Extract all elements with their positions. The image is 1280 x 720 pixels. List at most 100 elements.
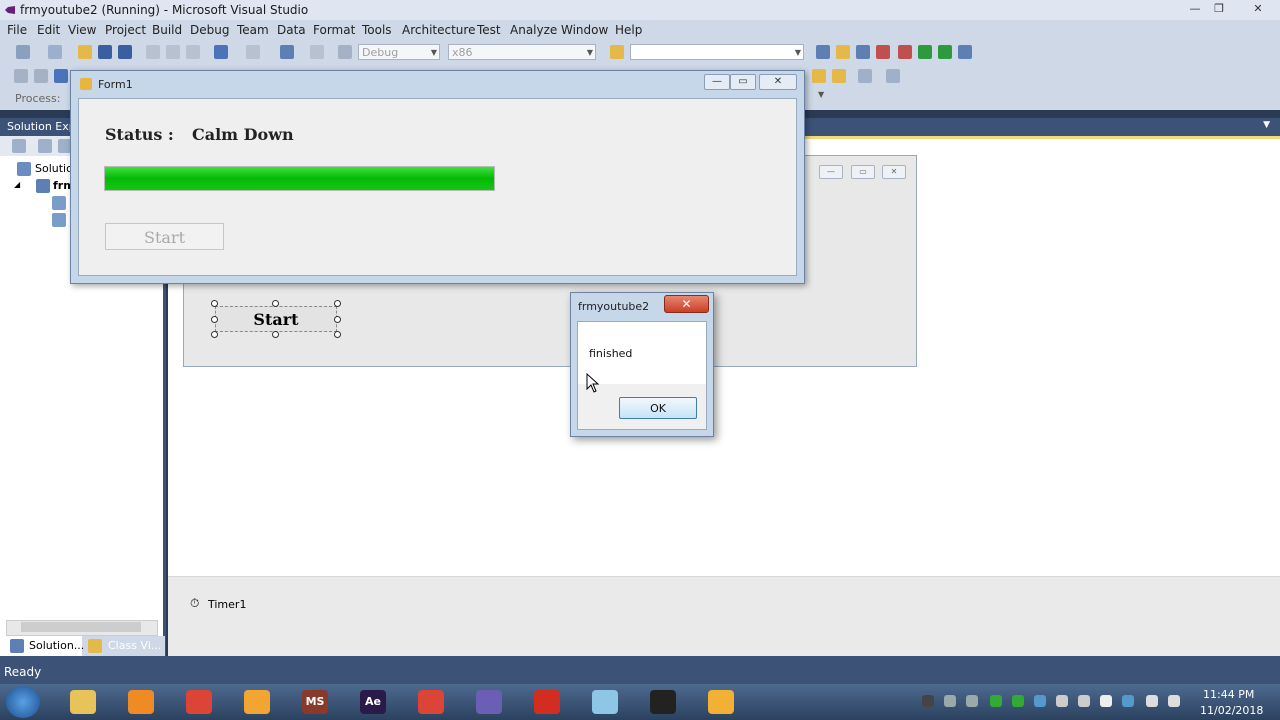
taskbar-app-obs[interactable] (634, 686, 694, 718)
menu-edit[interactable]: Edit (37, 23, 60, 37)
save-all-icon[interactable] (118, 45, 132, 59)
properties-icon[interactable] (12, 139, 26, 153)
toolbox-icon[interactable] (876, 45, 890, 59)
open-folder-icon[interactable] (78, 45, 92, 59)
taskbar-app-sublime[interactable] (228, 686, 288, 718)
extension-manager-icon[interactable] (918, 45, 932, 59)
properties-icon[interactable] (836, 45, 850, 59)
tab-order-icon[interactable] (886, 69, 900, 83)
tray-app-icon[interactable] (944, 695, 956, 707)
grid-icon[interactable] (858, 69, 872, 83)
navigate-forward-icon[interactable] (310, 45, 324, 59)
usb-icon[interactable] (1056, 695, 1068, 707)
undo-icon[interactable] (214, 45, 228, 59)
form-file-icon[interactable] (52, 213, 66, 227)
clock-time[interactable]: 11:44 PM (1203, 688, 1254, 701)
copy-icon[interactable] (166, 45, 180, 59)
expand-arrow-icon[interactable]: ◢ (14, 180, 20, 189)
taskbar-app-acrobat[interactable] (518, 686, 578, 718)
continue-icon[interactable] (14, 69, 28, 83)
layout-icon[interactable] (832, 69, 846, 83)
resize-handle[interactable] (211, 300, 218, 307)
flag-icon[interactable] (1100, 695, 1112, 707)
menu-file[interactable]: File (7, 23, 27, 37)
tray-app-icon[interactable] (990, 695, 1002, 707)
minimize-icon[interactable]: — (704, 74, 730, 90)
clock-date[interactable]: 11/02/2018 (1200, 704, 1263, 717)
find-combo[interactable]: ▼ (630, 44, 804, 60)
horizontal-scrollbar[interactable] (6, 620, 158, 636)
taskbar-app-after-effects[interactable]: Ae (344, 686, 404, 718)
solution-platform-combo[interactable]: x86 ▼ (448, 44, 596, 60)
resize-handle[interactable] (211, 331, 218, 338)
timer1-component[interactable]: Timer1 (208, 598, 246, 611)
taskbar-app-ms-project[interactable]: MS (286, 686, 346, 718)
menu-data[interactable]: Data (277, 23, 306, 37)
menu-project[interactable]: Project (105, 23, 146, 37)
phone-icon[interactable] (1078, 695, 1090, 707)
resize-handle[interactable] (334, 331, 341, 338)
window-layout-icon[interactable] (958, 45, 972, 59)
paste-icon[interactable] (186, 45, 200, 59)
close-icon[interactable]: ✕ (1244, 1, 1272, 17)
save-icon[interactable] (98, 45, 112, 59)
ok-button[interactable]: OK (619, 397, 697, 419)
navigate-backward-icon[interactable] (280, 45, 294, 59)
properties-folder-icon[interactable] (52, 196, 66, 210)
start-orb-icon[interactable] (6, 686, 40, 718)
close-icon[interactable]: ✕ (759, 74, 797, 90)
tray-app-icon[interactable] (1012, 695, 1024, 707)
tree-item-solution[interactable]: Solutio (35, 162, 73, 175)
resize-handle[interactable] (272, 300, 279, 307)
maximize-icon[interactable]: ▭ (730, 74, 756, 90)
tab-solution-explorer[interactable]: Solution... (0, 636, 84, 656)
tools-icon[interactable] (898, 45, 912, 59)
add-item-icon[interactable] (48, 45, 62, 59)
solution-configuration-combo[interactable]: Debug ▼ (358, 44, 440, 60)
menu-tools[interactable]: Tools (362, 23, 392, 37)
taskbar-app-chrome-2[interactable] (402, 686, 462, 718)
new-project-icon[interactable] (16, 45, 30, 59)
taskbar-app-chrome[interactable] (170, 686, 230, 718)
break-all-icon[interactable] (34, 69, 48, 83)
team-explorer-icon[interactable] (938, 45, 952, 59)
menu-architecture[interactable]: Architecture (402, 23, 475, 37)
resize-handle[interactable] (211, 316, 218, 323)
chevron-down-icon[interactable]: ▼ (818, 90, 824, 99)
tray-app-icon[interactable] (922, 695, 934, 707)
menu-view[interactable]: View (68, 23, 96, 37)
find-in-files-icon[interactable] (610, 45, 624, 59)
taskbar-app-visual-studio[interactable] (460, 686, 520, 718)
tray-app-icon[interactable] (1034, 695, 1046, 707)
tray-app-icon[interactable] (966, 695, 978, 707)
solution-explorer-icon[interactable] (816, 45, 830, 59)
redo-icon[interactable] (246, 45, 260, 59)
object-browser-icon[interactable] (856, 45, 870, 59)
menu-build[interactable]: Build (152, 23, 182, 37)
menu-debug[interactable]: Debug (190, 23, 229, 37)
taskbar-app-winforms-app[interactable] (692, 686, 752, 718)
resize-handle[interactable] (334, 300, 341, 307)
resize-handle[interactable] (334, 316, 341, 323)
restore-icon[interactable]: ❐ (1208, 1, 1230, 17)
show-all-files-icon[interactable] (38, 139, 52, 153)
menu-team[interactable]: Team (237, 23, 269, 37)
network-signal-icon[interactable] (1146, 695, 1158, 707)
cut-icon[interactable] (146, 45, 160, 59)
minimize-icon[interactable]: — (1184, 1, 1206, 17)
stop-debugging-icon[interactable] (54, 69, 68, 83)
taskbar-app-notepad[interactable] (576, 686, 636, 718)
designer-start-button[interactable]: Start (215, 306, 337, 332)
chevron-down-icon[interactable]: ▼ (1263, 120, 1270, 130)
scrollbar-thumb[interactable] (21, 622, 141, 632)
menu-window[interactable]: Window (561, 23, 608, 37)
taskbar-app-media-player[interactable] (112, 686, 172, 718)
menu-help[interactable]: Help (615, 23, 642, 37)
align-icon[interactable] (812, 69, 826, 83)
menu-analyze[interactable]: Analyze (510, 23, 557, 37)
menu-format[interactable]: Format (313, 23, 355, 37)
start-debugging-icon[interactable] (338, 45, 352, 59)
taskbar-app-explorer[interactable] (54, 686, 114, 718)
resize-handle[interactable] (272, 331, 279, 338)
display-icon[interactable] (1122, 695, 1134, 707)
